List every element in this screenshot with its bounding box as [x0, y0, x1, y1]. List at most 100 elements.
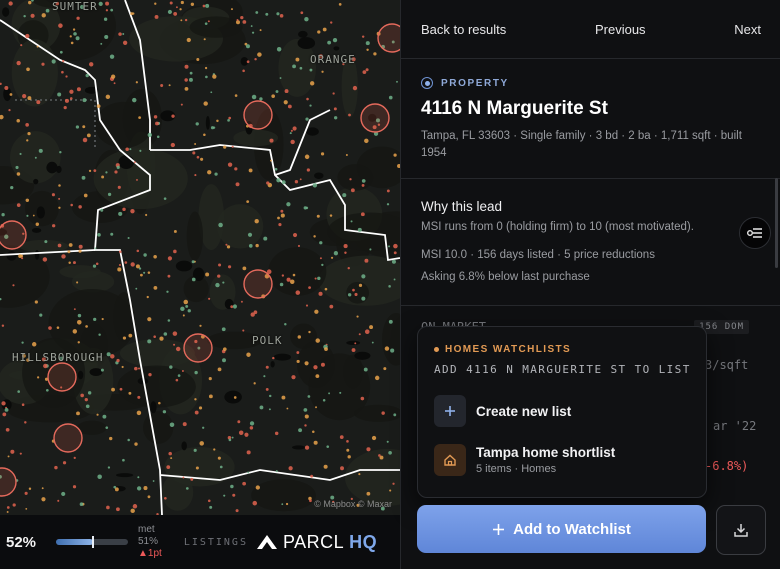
listing-dot: [362, 70, 367, 75]
listing-dot: [1, 401, 6, 406]
listing-dot: [72, 485, 77, 489]
listing-dot: [138, 116, 142, 120]
map-canvas[interactable]: [0, 0, 400, 515]
listing-dot: [249, 426, 254, 430]
listing-dot: [130, 208, 135, 214]
listing-dot: [219, 465, 223, 469]
listing-dot: [327, 40, 332, 45]
threshold-slider[interactable]: [56, 536, 128, 548]
listing-dot: [347, 455, 351, 459]
listing-dot: [137, 395, 141, 399]
listing-dot: [286, 202, 291, 207]
listing-dot: [280, 213, 285, 218]
create-new-list-option[interactable]: Create new list: [434, 395, 571, 427]
listing-dot: [248, 244, 253, 248]
parcl-hq-logo[interactable]: PARCL HQ: [256, 532, 377, 553]
listing-dot: [328, 392, 331, 395]
listing-dot: [364, 258, 369, 263]
listing-dot: [25, 33, 30, 39]
listing-dot: [180, 19, 183, 22]
listing-dot: [2, 412, 7, 417]
listing-dot: [166, 290, 169, 293]
listing-dot: [351, 348, 356, 352]
back-to-results-link[interactable]: Back to results: [421, 22, 506, 37]
listing-dot: [15, 165, 19, 170]
listing-dot: [252, 500, 258, 506]
listing-dot: [78, 244, 83, 249]
listing-dot: [24, 491, 28, 495]
listing-dot: [182, 422, 187, 427]
listing-dot: [61, 491, 66, 497]
listing-dot: [244, 432, 249, 437]
panel-scrollbar[interactable]: [775, 178, 778, 268]
listing-dot: [189, 71, 193, 75]
listing-dot: [386, 203, 390, 206]
listing-dot: [34, 300, 38, 304]
listing-dot: [330, 256, 334, 259]
listing-dot: [388, 95, 393, 100]
listing-dot: [228, 438, 232, 442]
listing-dot: [313, 440, 318, 445]
listing-dot: [263, 236, 268, 241]
listing-dot: [6, 511, 9, 513]
listing-dot: [346, 440, 349, 443]
slider-handle[interactable]: [92, 536, 95, 548]
listing-dot: [9, 93, 13, 96]
listing-dot: [105, 9, 109, 12]
listing-dot: [357, 227, 362, 232]
filter-toggle-button[interactable]: [739, 217, 771, 249]
listing-dot: [194, 398, 197, 401]
listing-dot: [180, 306, 185, 312]
lake: [314, 172, 324, 179]
listing-dot: [135, 81, 138, 84]
listing-dot: [312, 430, 315, 434]
listing-dot: [118, 211, 123, 216]
listing-dot: [277, 216, 280, 220]
listing-dot: [255, 243, 259, 248]
listing-dot: [274, 431, 279, 436]
listing-dot: [361, 296, 366, 301]
listing-dot: [365, 68, 369, 72]
cluster-marker: [0, 467, 17, 497]
lake: [89, 368, 103, 377]
listing-dot: [278, 223, 282, 227]
listing-dot: [82, 137, 88, 143]
listing-dot: [215, 282, 220, 288]
listing-dot: [234, 167, 238, 171]
listing-dot: [194, 143, 197, 145]
listing-dot: [222, 347, 227, 351]
listing-dot: [263, 375, 266, 378]
map-view[interactable]: SUMTER ORANGE HILLSBOROUGH POLK © Mapbox…: [0, 0, 400, 515]
listing-dot: [299, 178, 302, 181]
listing-dot: [364, 138, 369, 144]
listing-dot: [354, 292, 358, 297]
listing-dot: [294, 180, 299, 184]
listing-dot: [222, 281, 225, 284]
map-attribution[interactable]: © Mapbox © Maxar: [314, 499, 392, 509]
listing-dot: [28, 487, 32, 490]
listing-dot: [45, 388, 49, 392]
next-button[interactable]: Next: [734, 22, 761, 37]
lake: [346, 340, 361, 345]
listing-dot: [369, 248, 372, 251]
terrain-patch: [143, 411, 174, 444]
add-to-watchlist-button[interactable]: Add to Watchlist: [417, 505, 706, 553]
listing-dot: [167, 9, 172, 15]
listing-dot: [132, 97, 137, 103]
listing-dot: [72, 329, 78, 334]
listing-dot: [232, 493, 236, 497]
watchlist-option-tampa[interactable]: Tampa home shortlist 5 items · Homes: [434, 444, 615, 476]
listing-dot: [70, 41, 74, 45]
download-button[interactable]: [716, 505, 766, 555]
listing-dot: [26, 139, 29, 142]
listing-dot: [98, 333, 101, 336]
listing-dot: [222, 358, 226, 363]
previous-button[interactable]: Previous: [595, 22, 646, 37]
listings-label[interactable]: LISTINGS: [184, 537, 248, 548]
listing-dot: [349, 178, 352, 181]
listing-dot: [52, 224, 56, 228]
listing-dot: [173, 249, 177, 254]
listing-dot: [304, 414, 309, 419]
listing-dot: [103, 17, 108, 21]
listing-dot: [110, 8, 114, 12]
